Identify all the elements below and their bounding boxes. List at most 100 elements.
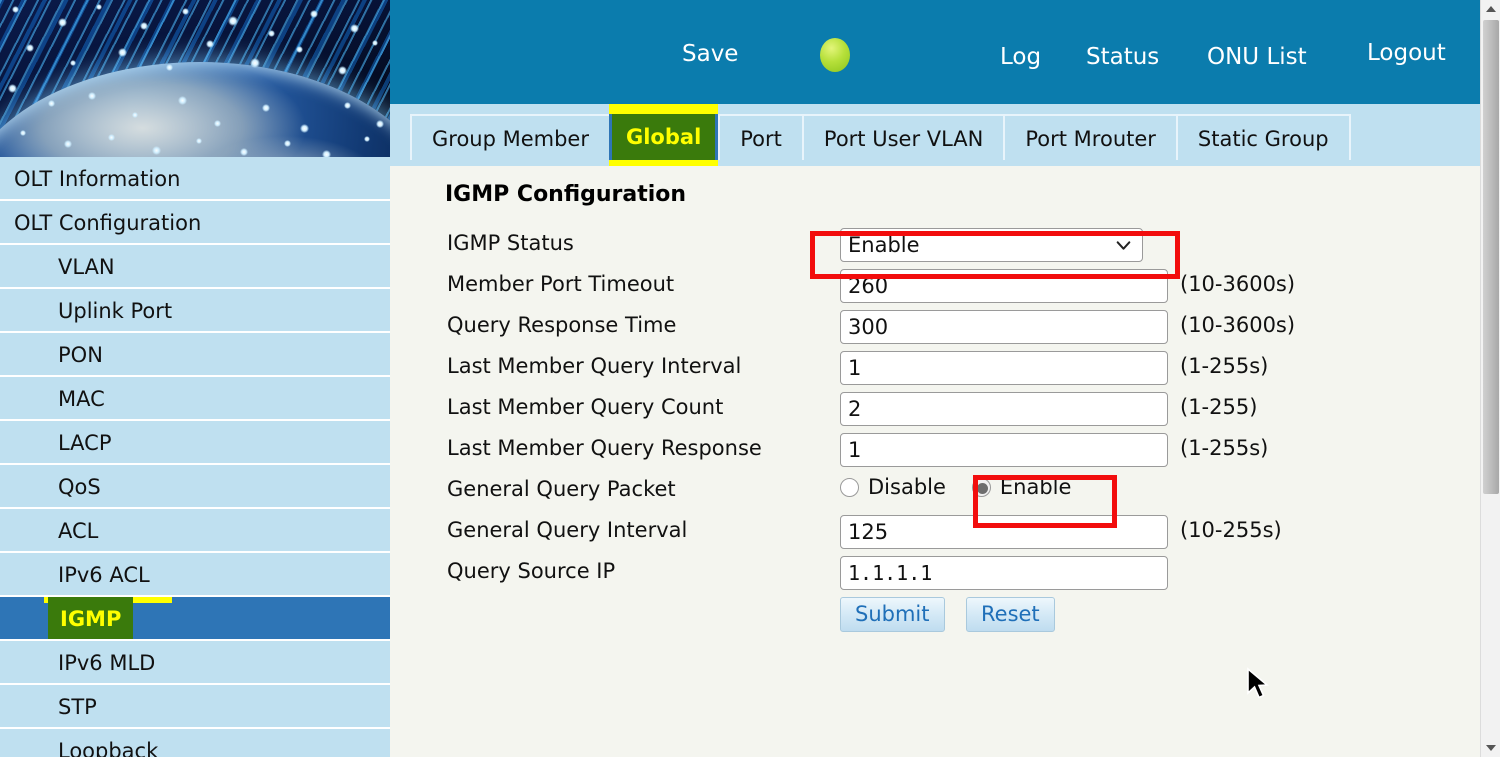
sidebar-item-lacp[interactable]: LACP (0, 421, 390, 465)
form-row: General Query Packet Disable Enable (390, 474, 1480, 515)
tab-label: Static Group (1198, 127, 1329, 151)
sidebar-item-qos[interactable]: QoS (0, 465, 390, 509)
last-member-query-count-input[interactable]: 2 (840, 392, 1168, 426)
general-query-packet-radio-group: Disable Enable (840, 475, 1071, 499)
tab-label: Port User VLAN (824, 127, 983, 151)
field-label: IGMP Status (447, 231, 574, 255)
field-label: Last Member Query Count (447, 395, 723, 419)
member-port-timeout-input[interactable]: 260 (840, 269, 1168, 303)
form-row: Query Source IP 1.1.1.1 (390, 556, 1480, 597)
query-source-ip-input[interactable]: 1.1.1.1 (840, 556, 1168, 590)
form-row: Member Port Timeout 260 (10-3600s) (390, 269, 1480, 310)
igmp-status-select[interactable]: Enable (840, 228, 1143, 262)
query-response-time-input[interactable]: 300 (840, 310, 1168, 344)
sidebar-item-igmp[interactable]: IGMP (0, 597, 390, 641)
save-button[interactable]: Save (682, 41, 738, 67)
radio-label: Enable (1000, 475, 1072, 499)
top-header: Save Log Status ONU List Logout (390, 0, 1480, 104)
tab-label: Port (740, 127, 782, 151)
field-range-hint: (1-255) (1180, 395, 1257, 419)
page-scrollbar[interactable] (1480, 0, 1500, 757)
sidebar-item-loopback[interactable]: Loopback (0, 729, 390, 757)
last-member-query-interval-input[interactable]: 1 (840, 351, 1168, 385)
tab-global[interactable]: Global (609, 114, 718, 160)
sidebar-item-olt-information[interactable]: OLT Information (0, 157, 390, 201)
sidebar-item-label: OLT Configuration (14, 211, 201, 235)
field-range-hint: (1-255s) (1180, 436, 1268, 460)
sidebar-item-acl[interactable]: ACL (0, 509, 390, 553)
status-link[interactable]: Status (1086, 44, 1159, 70)
scroll-up-button[interactable] (1481, 0, 1500, 18)
tab-group-member[interactable]: Group Member (410, 114, 609, 160)
field-label: General Query Interval (447, 518, 687, 542)
sidebar-item-label: STP (58, 695, 97, 719)
form-row: IGMP Status Enable (390, 228, 1480, 269)
form-actions: Submit Reset (390, 597, 1480, 638)
igmp-config-form: IGMP Status Enable Member Port Timeout 260 (… (390, 228, 1480, 638)
sidebar-item-label: OLT Information (14, 167, 180, 191)
field-label: Last Member Query Response (447, 436, 762, 460)
field-range-hint: (10-3600s) (1180, 272, 1295, 296)
sidebar-item-mac[interactable]: MAC (0, 377, 390, 421)
browser-page: OLT Information OLT Configuration VLAN Upli… (0, 0, 1500, 757)
tab-active-highlight-top (609, 104, 718, 114)
tab-label: Port Mrouter (1025, 127, 1156, 151)
scroll-down-button[interactable] (1481, 739, 1500, 757)
tab-label: Global (626, 125, 701, 149)
sidebar-item-label: QoS (58, 475, 101, 499)
general-query-interval-input[interactable]: 125 (840, 515, 1168, 549)
field-label: Query Source IP (447, 559, 615, 583)
submit-button[interactable]: Submit (840, 597, 945, 632)
sidebar-item-label: IPv6 MLD (58, 651, 155, 675)
sidebar-item-uplink-port[interactable]: Uplink Port (0, 289, 390, 333)
field-label: Query Response Time (447, 313, 676, 337)
chevron-down-icon (1486, 745, 1496, 751)
sidebar-item-ipv6-acl[interactable]: IPv6 ACL (0, 553, 390, 597)
field-label: General Query Packet (447, 477, 676, 501)
sidebar-item-pon[interactable]: PON (0, 333, 390, 377)
form-row: Last Member Query Count 2 (1-255) (390, 392, 1480, 433)
status-led-icon (820, 38, 850, 72)
general-query-packet-radio-disable[interactable]: Disable (840, 475, 946, 499)
general-query-packet-radio-enable[interactable]: Enable (972, 475, 1072, 499)
sidebar-item-label: IPv6 ACL (58, 563, 150, 587)
sidebar-item-label: LACP (58, 431, 112, 455)
tab-static-group[interactable]: Static Group (1176, 114, 1351, 160)
tab-port[interactable]: Port (718, 114, 802, 160)
form-row: General Query Interval125(10-255s) (390, 515, 1480, 556)
log-link[interactable]: Log (1000, 44, 1041, 70)
form-row: Last Member Query Response 1 (1-255s) (390, 433, 1480, 474)
radio-dot-icon (972, 478, 991, 497)
sidebar-item-label: IGMP (48, 597, 133, 641)
sidebar-nav: OLT Information OLT Configuration VLAN Upli… (0, 157, 390, 757)
sidebar-item-label: VLAN (58, 255, 115, 279)
radio-dot-icon (840, 478, 859, 497)
sidebar-item-ipv6-mld[interactable]: IPv6 MLD (0, 641, 390, 685)
tab-bar: Group Member Global Port Port User VLAN Port… (390, 104, 1480, 166)
radio-label: Disable (868, 475, 946, 499)
form-row: Last Member Query Interval1(1-255s) (390, 351, 1480, 392)
sidebar-item-stp[interactable]: STP (0, 685, 390, 729)
sidebar: OLT Information OLT Configuration VLAN Upli… (0, 0, 390, 757)
field-label: Member Port Timeout (447, 272, 674, 296)
page-title: IGMP Configuration (445, 182, 686, 207)
banner-image (0, 0, 390, 157)
tab-port-user-vlan[interactable]: Port User VLAN (802, 114, 1003, 160)
form-row: Query Response Time300(10-3600s) (390, 310, 1480, 351)
sidebar-item-label: MAC (58, 387, 105, 411)
onu-list-link[interactable]: ONU List (1207, 44, 1307, 70)
tab-label: Group Member (432, 127, 589, 151)
last-member-query-response-input[interactable]: 1 (840, 433, 1168, 467)
content-pane: IGMP Configuration IGMP Status Enable Memb… (390, 166, 1480, 757)
field-range-hint: (1-255s) (1180, 354, 1268, 378)
sidebar-item-label: PON (58, 343, 103, 367)
sidebar-item-label: ACL (58, 519, 98, 543)
scrollbar-thumb[interactable] (1483, 20, 1499, 494)
logout-link[interactable]: Logout (1367, 40, 1446, 66)
sidebar-item-vlan[interactable]: VLAN (0, 245, 390, 289)
chevron-up-icon (1486, 6, 1496, 12)
chevron-down-icon (1115, 237, 1132, 254)
sidebar-item-olt-configuration[interactable]: OLT Configuration (0, 201, 390, 245)
reset-button[interactable]: Reset (966, 597, 1055, 632)
tab-port-mrouter[interactable]: Port Mrouter (1003, 114, 1176, 160)
